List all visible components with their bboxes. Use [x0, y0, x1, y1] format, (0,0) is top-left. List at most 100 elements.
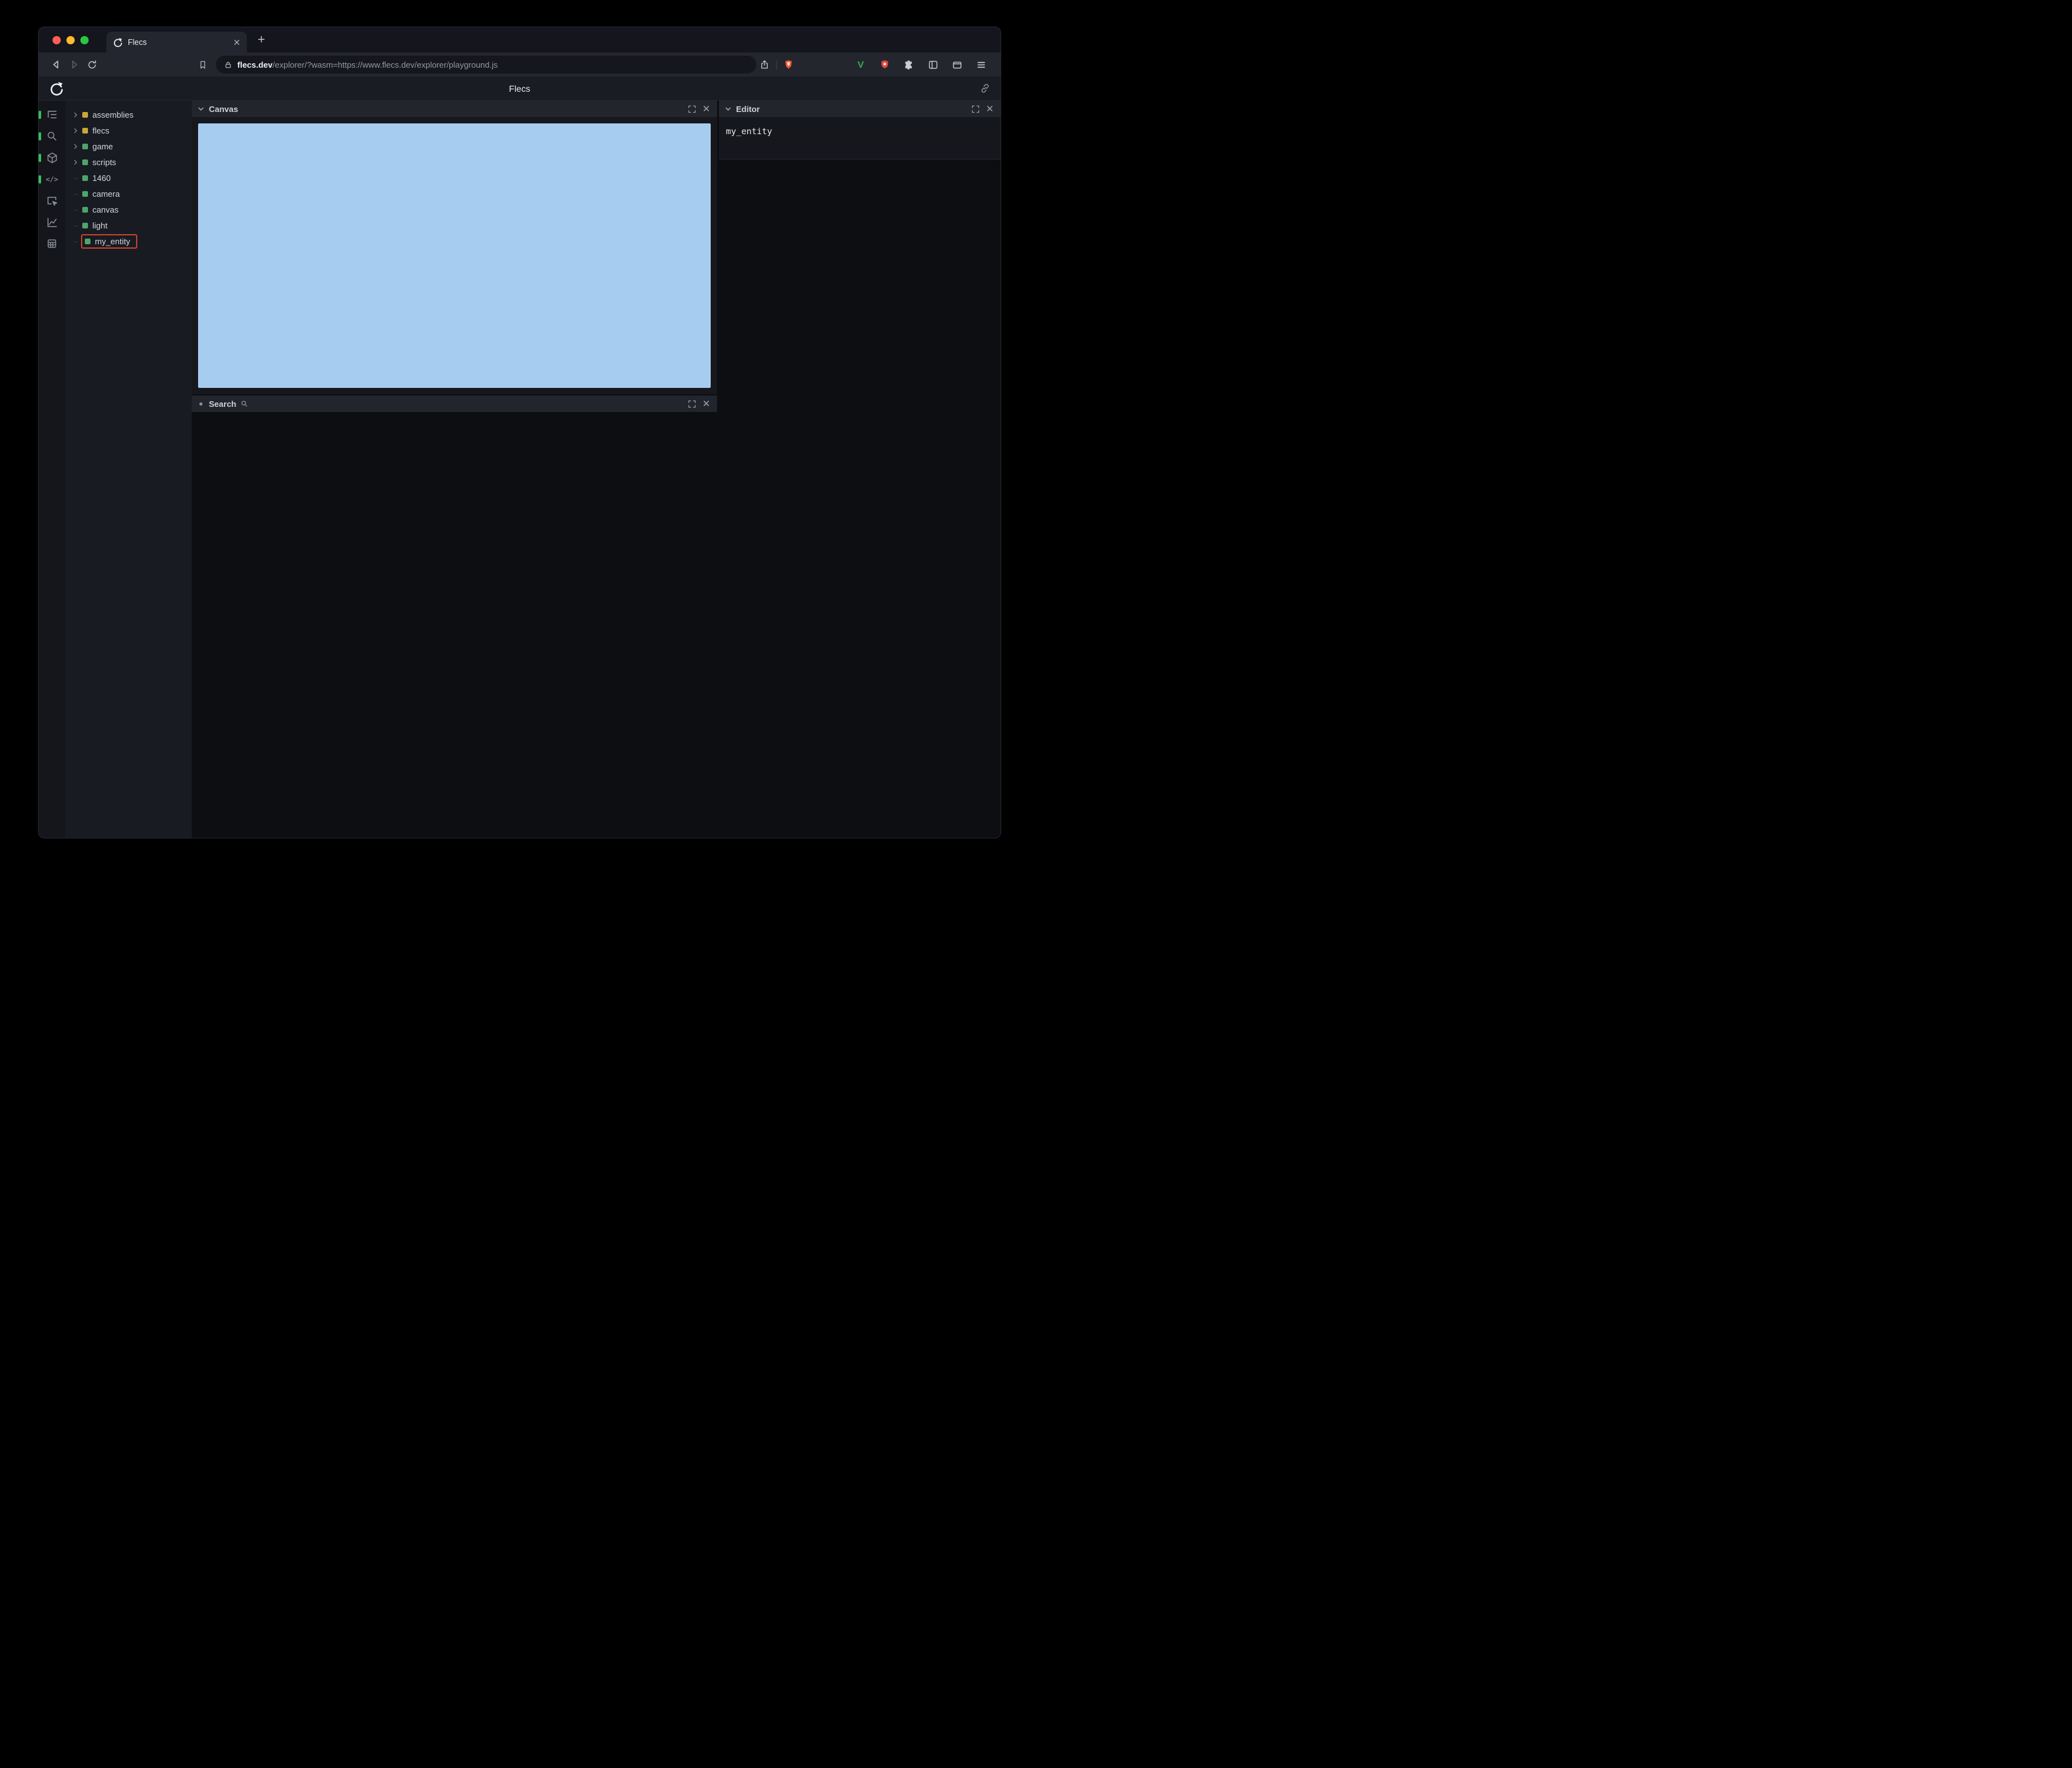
sidebar-toggle-icon[interactable]: [925, 56, 941, 73]
close-panel-icon[interactable]: ✕: [985, 104, 995, 114]
tree-item-canvas[interactable]: – canvas: [65, 202, 192, 218]
menu-hamburger-icon[interactable]: [973, 56, 989, 73]
collapsed-dot-icon[interactable]: [199, 402, 203, 406]
render-canvas[interactable]: [198, 123, 711, 388]
entity-square-icon: [82, 191, 88, 197]
main-empty-area: [192, 412, 717, 838]
tree-item-light[interactable]: – light: [65, 218, 192, 233]
tree-item-label: game: [92, 142, 113, 151]
leaf-dash-icon: –: [73, 174, 78, 182]
new-tab-button[interactable]: +: [252, 30, 271, 49]
tree-item-camera[interactable]: – camera: [65, 186, 192, 202]
browser-tab[interactable]: Flecs ✕: [106, 32, 247, 53]
traffic-light-close[interactable]: [53, 35, 61, 44]
tree-item-flecs[interactable]: flecs: [65, 123, 192, 139]
app-header: Flecs: [39, 77, 1001, 101]
puzzle-extensions-icon[interactable]: [901, 56, 917, 73]
chart-icon[interactable]: [44, 216, 60, 228]
canvas-panel: Canvas ✕: [192, 101, 717, 394]
share-icon[interactable]: [756, 56, 773, 73]
search-panel: Search ✕: [192, 395, 717, 412]
entity-tree-panel: assemblies flecs game scripts – 1460 – c…: [65, 101, 192, 838]
url-text: flecs.dev/explorer/?wasm=https://www.fle…: [237, 60, 498, 70]
tree-item-1460[interactable]: – 1460: [65, 170, 192, 186]
url-domain: flecs.dev: [237, 59, 273, 70]
canvas-panel-header: Canvas ✕: [192, 101, 717, 117]
traffic-light-minimize[interactable]: [66, 35, 75, 44]
tree-item-label: light: [92, 221, 108, 230]
leaf-dash-icon: –: [73, 206, 78, 214]
red-shield-extension-icon[interactable]: [877, 56, 893, 73]
entity-square-icon: [82, 159, 88, 165]
extension-icons: V: [852, 56, 989, 73]
tree-item-my-entity[interactable]: – my_entity: [65, 233, 192, 249]
expand-panel-icon[interactable]: [687, 104, 697, 114]
canvas-panel-title: Canvas: [209, 104, 239, 114]
left-icon-rail: </>: [39, 101, 65, 838]
tree-item-label: canvas: [92, 205, 119, 215]
search-icon[interactable]: [39, 130, 60, 142]
expand-chevron-icon[interactable]: [72, 112, 80, 118]
expand-chevron-icon[interactable]: [72, 159, 80, 165]
window-controls: [53, 35, 89, 44]
flecs-explorer-app: Flecs </> assemblies flecs game scripts …: [39, 77, 1001, 838]
lock-icon: [224, 61, 232, 69]
tab-title: Flecs: [128, 37, 147, 47]
main-column: Canvas ✕ Search ✕: [192, 101, 717, 838]
hierarchy-icon[interactable]: [39, 108, 60, 121]
search-panel-header: Search ✕: [192, 395, 717, 412]
entity-square-icon: [82, 144, 88, 149]
chevron-down-icon[interactable]: [725, 106, 732, 113]
module-square-icon: [82, 128, 88, 134]
share-link-icon[interactable]: [980, 83, 990, 94]
entity-square-icon: [85, 239, 90, 244]
entity-square-icon: [82, 175, 88, 181]
tab-close-icon[interactable]: ✕: [233, 38, 240, 47]
tree-item-game[interactable]: game: [65, 139, 192, 154]
entity-square-icon: [82, 207, 88, 213]
reload-button[interactable]: [83, 56, 101, 73]
close-panel-icon[interactable]: ✕: [701, 399, 711, 409]
editor-column: Editor ✕ my_entity: [719, 101, 1001, 838]
tab-favicon-flecs-logo: [113, 37, 123, 47]
module-square-icon: [82, 112, 88, 118]
url-path: /explorer/?wasm=https://www.flecs.dev/ex…: [272, 59, 498, 70]
forward-button[interactable]: [65, 56, 83, 73]
editor-panel-title: Editor: [736, 104, 760, 114]
tree-item-label: assemblies: [92, 110, 134, 120]
expand-chevron-icon[interactable]: [72, 144, 80, 149]
inspect-icon[interactable]: [44, 194, 60, 207]
expand-chevron-icon[interactable]: [72, 128, 80, 134]
chevron-down-icon[interactable]: [197, 106, 204, 113]
search-icon: [240, 400, 248, 408]
tree-item-label: flecs: [92, 126, 109, 135]
script-editor[interactable]: my_entity: [719, 117, 1001, 159]
tab-strip: Flecs ✕ +: [39, 27, 1001, 53]
app-title: Flecs: [509, 83, 530, 94]
back-button[interactable]: [47, 56, 65, 73]
code-icon[interactable]: </>: [39, 173, 60, 185]
expand-panel-icon[interactable]: [970, 104, 980, 114]
tree-item-label: camera: [92, 189, 120, 199]
tree-item-scripts[interactable]: scripts: [65, 154, 192, 170]
url-bar[interactable]: flecs.dev/explorer/?wasm=https://www.fle…: [216, 56, 757, 73]
canvas-content: [192, 117, 717, 394]
brave-shield-icon[interactable]: [780, 56, 797, 73]
tree-item-label: 1460: [92, 173, 111, 183]
leaf-dash-icon: –: [73, 221, 78, 230]
toolbar-separator: |: [775, 59, 778, 70]
cube-icon[interactable]: [39, 151, 60, 164]
selection-highlight-box: my_entity: [81, 234, 137, 249]
browser-window: Flecs ✕ + flecs.dev/explorer/?wasm=https…: [38, 27, 1001, 838]
wallet-icon[interactable]: [949, 56, 965, 73]
v-extension-icon[interactable]: V: [852, 56, 869, 73]
traffic-light-zoom[interactable]: [80, 35, 89, 44]
tree-item-assemblies[interactable]: assemblies: [65, 107, 192, 123]
expand-panel-icon[interactable]: [687, 399, 697, 409]
rows-icon[interactable]: [44, 237, 60, 250]
bookmark-icon[interactable]: [194, 56, 211, 73]
browser-toolbar: flecs.dev/explorer/?wasm=https://www.fle…: [39, 53, 1001, 77]
app-body: </> assemblies flecs game scripts – 1460…: [39, 101, 1001, 838]
close-panel-icon[interactable]: ✕: [701, 104, 711, 114]
leaf-dash-icon: –: [73, 237, 78, 246]
